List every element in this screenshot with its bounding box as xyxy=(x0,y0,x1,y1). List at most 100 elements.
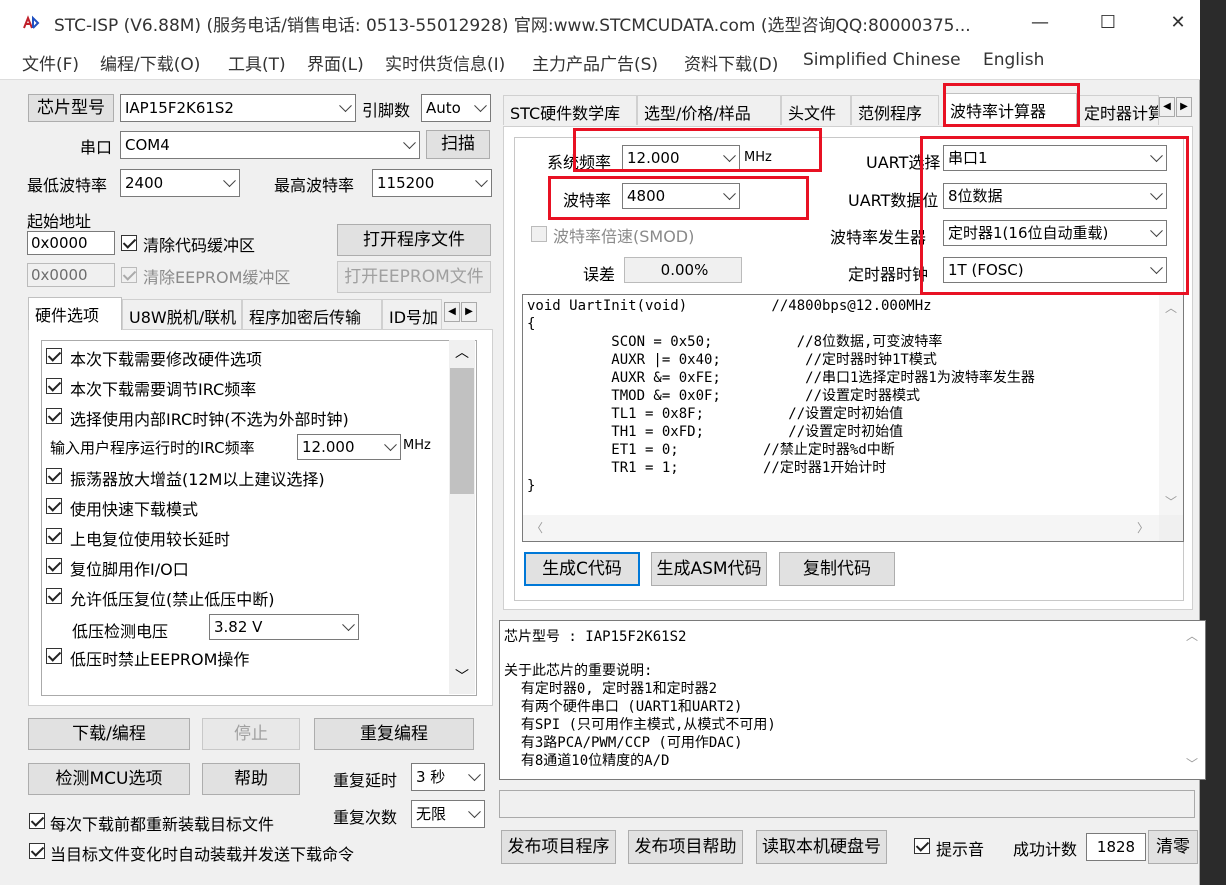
chip-model-select[interactable]: IAP15F2K61S2 xyxy=(120,94,356,122)
tab-scroll-right-icon[interactable]: ▶ xyxy=(1176,97,1192,117)
menu-docs[interactable]: 资料下载(D) xyxy=(684,50,778,75)
minimize-button[interactable]: — xyxy=(1018,8,1062,38)
uart-select-label: UART选择 xyxy=(866,153,941,172)
generate-c-button[interactable]: 生成C代码 xyxy=(524,552,640,586)
min-baud-select[interactable]: 2400 xyxy=(120,169,240,197)
timer-clock-select[interactable]: 1T (FOSC) xyxy=(943,257,1167,283)
irc-freq-select[interactable]: 12.000 xyxy=(297,434,401,460)
option-checkbox[interactable] xyxy=(46,468,62,484)
tab-id[interactable]: ID号加 xyxy=(382,299,442,329)
menu-tools[interactable]: 工具(T) xyxy=(228,50,286,75)
uart-bits-select[interactable]: 8位数据 xyxy=(943,183,1167,209)
tab-timer-calc[interactable]: 定时器计算 xyxy=(1077,95,1159,125)
pin-count-select[interactable]: Auto xyxy=(421,94,491,122)
tab-baud-calculator[interactable]: 波特率计算器 xyxy=(943,93,1077,126)
tab-selection[interactable]: 选型/价格/样品 xyxy=(637,95,781,125)
tab-u8w[interactable]: U8W脱机/联机 xyxy=(122,299,242,329)
port-select[interactable]: COM4 xyxy=(120,131,420,159)
code-line: TMOD &= 0x0F; //设置定时器模式 xyxy=(527,388,921,404)
scan-button[interactable]: 扫描 xyxy=(426,130,490,159)
scroll-left-icon[interactable]: 〈 xyxy=(531,519,543,536)
generate-asm-button[interactable]: 生成ASM代码 xyxy=(651,552,767,586)
menu-file[interactable]: 文件(F) xyxy=(22,50,79,75)
option-checkbox[interactable] xyxy=(46,588,62,604)
option-checkbox[interactable] xyxy=(46,408,62,424)
repeat-count-value: 无限 xyxy=(416,805,447,823)
baud-generator-select[interactable]: 定时器1(16位自动重载) xyxy=(943,220,1167,246)
scroll-down-icon[interactable]: ﹀ xyxy=(1159,493,1183,510)
clear-count-button[interactable]: 清零 xyxy=(1148,830,1198,864)
tab-scroll-left-icon[interactable]: ◀ xyxy=(444,302,460,322)
menu-supply[interactable]: 实时供货信息(I) xyxy=(385,50,505,75)
scroll-up-icon[interactable]: ︿ xyxy=(1180,627,1204,644)
option-label: 振荡器放大增益(12M以上建议选择) xyxy=(70,470,325,489)
publish-help-button[interactable]: 发布项目帮助 xyxy=(628,830,743,864)
code-vscrollbar[interactable]: ︿ ﹀ xyxy=(1159,295,1183,515)
menu-program[interactable]: 编程/下载(O) xyxy=(100,50,200,75)
repeat-count-select[interactable]: 无限 xyxy=(411,800,485,828)
option-checkbox[interactable] xyxy=(46,498,62,514)
scroll-right-icon[interactable]: 〉 xyxy=(1137,519,1149,536)
scroll-up-icon[interactable]: ︿ xyxy=(1159,299,1183,316)
beep-checkbox[interactable] xyxy=(914,838,930,854)
right-tab-strip: STC硬件数学库 选型/价格/样品 头文件 范例程序 波特率计算器 定时器计算 … xyxy=(503,93,1203,127)
menu-lang-cn[interactable]: Simplified Chinese xyxy=(803,50,961,70)
detect-mcu-button[interactable]: 检测MCU选项 xyxy=(28,763,190,795)
repeat-delay-value: 3 秒 xyxy=(416,768,446,786)
help-button[interactable]: 帮助 xyxy=(202,763,300,795)
publish-program-button[interactable]: 发布项目程序 xyxy=(501,830,616,864)
code-hscrollbar[interactable]: 〈 〉 xyxy=(523,515,1159,541)
error-label: 误差 xyxy=(583,265,616,284)
scroll-up-icon[interactable]: ︿ xyxy=(449,342,475,366)
options-scrollbar[interactable]: ︿ ﹀ xyxy=(449,340,475,694)
code-line: } xyxy=(527,478,536,494)
option-checkbox[interactable] xyxy=(46,648,62,664)
tab-encrypt[interactable]: 程序加密后传输 xyxy=(242,299,382,329)
tab-math-lib[interactable]: STC硬件数学库 xyxy=(503,95,637,125)
tab-scroll-right-icon[interactable]: ▶ xyxy=(461,302,477,322)
app-logo-icon xyxy=(22,15,42,30)
scroll-down-icon[interactable]: ﹀ xyxy=(1180,755,1204,772)
info-line: 芯片型号 : IAP15F2K61S2 xyxy=(504,629,687,645)
option-checkbox[interactable] xyxy=(46,558,62,574)
option-label: 本次下载需要修改硬件选项 xyxy=(70,350,263,369)
menu-interface[interactable]: 界面(L) xyxy=(307,50,364,75)
reload-each-checkbox[interactable] xyxy=(29,813,45,829)
reprogram-button[interactable]: 重复编程 xyxy=(314,718,474,750)
menu-lang-en[interactable]: English xyxy=(983,50,1044,70)
repeat-delay-select[interactable]: 3 秒 xyxy=(411,763,485,791)
sys-freq-select[interactable]: 12.000 xyxy=(622,145,740,171)
option-checkbox[interactable] xyxy=(46,528,62,544)
option-checkbox[interactable] xyxy=(46,378,62,394)
read-disk-id-button[interactable]: 读取本机硬盘号 xyxy=(756,830,887,864)
scroll-thumb[interactable] xyxy=(450,368,474,494)
option-checkbox[interactable] xyxy=(46,348,62,364)
tab-hardware-options[interactable]: 硬件选项 xyxy=(28,297,122,330)
code-address-input[interactable]: 0x0000 xyxy=(27,231,115,255)
stop-button[interactable]: 停止 xyxy=(202,718,300,750)
baud-select[interactable]: 4800 xyxy=(622,183,740,209)
auto-reload-checkbox[interactable] xyxy=(29,843,45,859)
maximize-button[interactable]: ☐ xyxy=(1086,8,1130,38)
tab-header-file[interactable]: 头文件 xyxy=(781,95,851,125)
copy-code-button[interactable]: 复制代码 xyxy=(779,552,895,586)
smod-checkbox[interactable] xyxy=(531,226,547,242)
download-button[interactable]: 下载/编程 xyxy=(28,718,190,750)
tab-scroll-left-icon[interactable]: ◀ xyxy=(1159,97,1175,117)
max-baud-select[interactable]: 115200 xyxy=(372,169,492,197)
lv-voltage-select[interactable]: 3.82 V xyxy=(209,614,359,640)
clear-code-label: 清除代码缓冲区 xyxy=(143,236,256,255)
scroll-down-icon[interactable]: ﹀ xyxy=(449,666,475,690)
clear-code-checkbox[interactable] xyxy=(121,235,137,251)
close-button[interactable]: ✕ xyxy=(1156,8,1200,38)
clear-eeprom-checkbox[interactable] xyxy=(121,267,137,283)
chevron-down-icon xyxy=(468,805,481,819)
menu-ads[interactable]: 主力产品广告(S) xyxy=(532,50,658,75)
option-label: 选择使用内部IRC时钟(不选为外部时钟) xyxy=(70,410,349,429)
open-program-button[interactable]: 打开程序文件 xyxy=(337,224,491,256)
tab-examples[interactable]: 范例程序 xyxy=(851,95,939,125)
chip-model-button[interactable]: 芯片型号 xyxy=(28,94,114,122)
open-eeprom-button[interactable]: 打开EEPROM文件 xyxy=(337,261,491,293)
uart-select[interactable]: 串口1 xyxy=(943,145,1167,171)
eeprom-address-input[interactable]: 0x0000 xyxy=(27,263,115,287)
